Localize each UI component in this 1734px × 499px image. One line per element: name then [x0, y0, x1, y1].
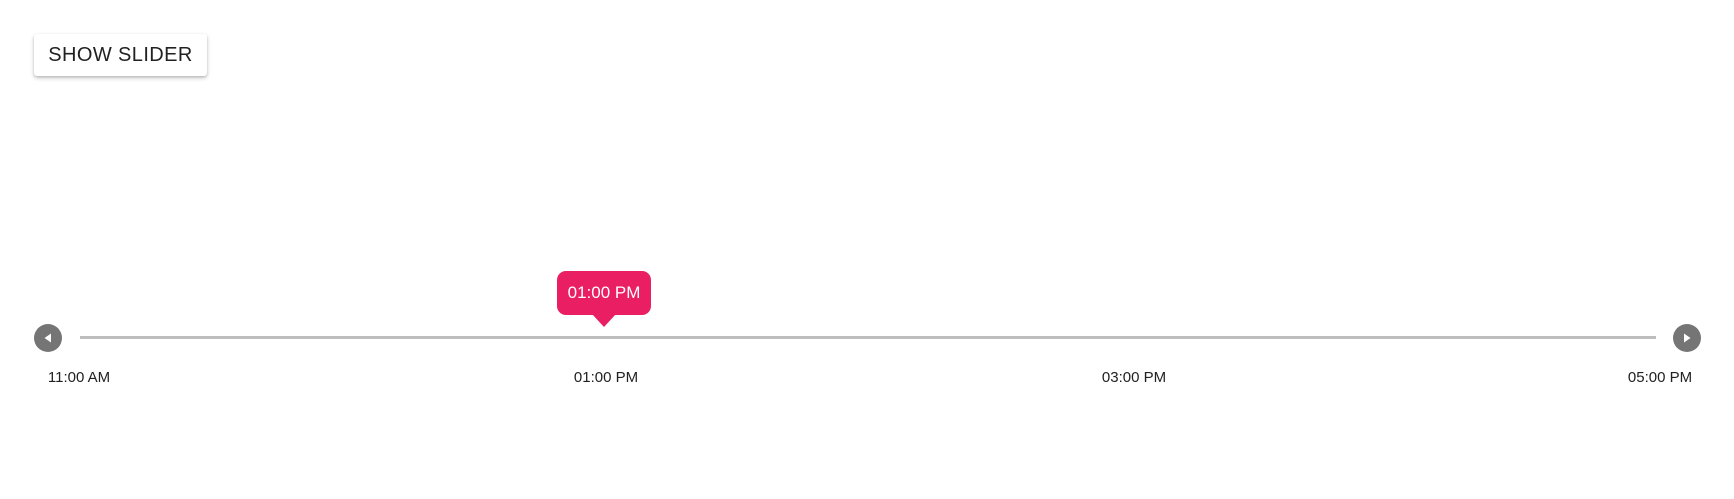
slider-next-button[interactable] [1673, 324, 1701, 352]
play-left-icon [44, 333, 51, 343]
tick-label-5pm: 05:00 PM [1627, 369, 1693, 386]
slider-track[interactable] [80, 336, 1656, 339]
play-right-icon [1684, 333, 1691, 343]
tick-label-3pm: 03:00 PM [1101, 369, 1167, 386]
time-slider: 01:00 PM 11:00 AM 01:00 PM 03:00 PM 05:0… [0, 0, 1734, 499]
page: SHOW SLIDER 01:00 PM 11:00 AM 01:00 PM 0… [0, 0, 1734, 499]
slider-value-tooltip-pointer [592, 314, 616, 327]
slider-prev-button[interactable] [34, 324, 62, 352]
tick-label-11am: 11:00 AM [47, 369, 111, 386]
tick-label-1pm: 01:00 PM [573, 369, 639, 386]
slider-value-tooltip[interactable]: 01:00 PM [557, 271, 651, 315]
